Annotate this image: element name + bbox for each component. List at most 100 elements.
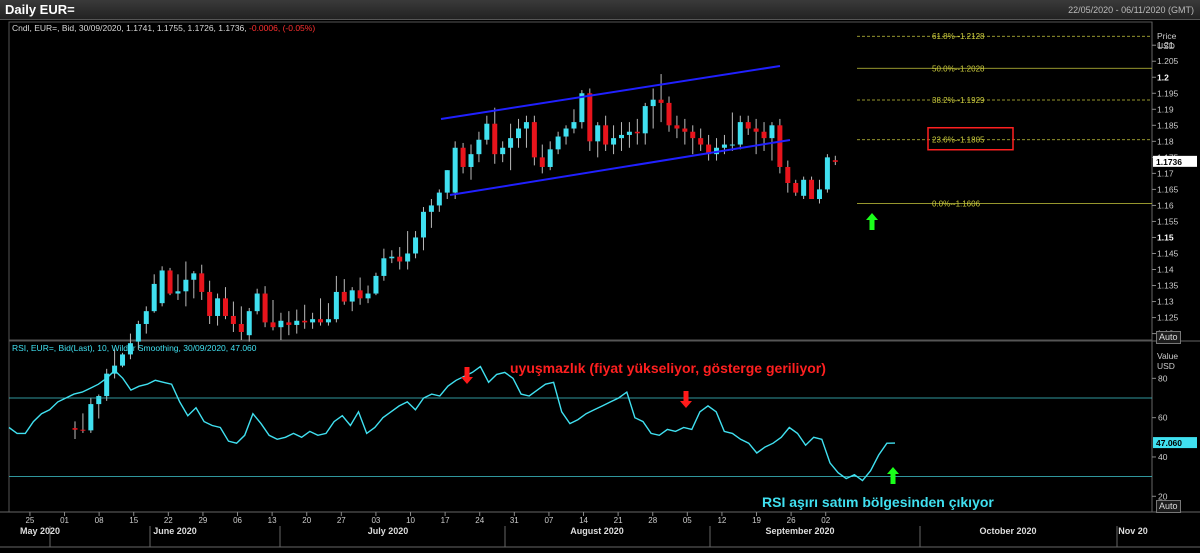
- candle-body: [365, 293, 371, 299]
- day-tick-label: 06: [233, 516, 242, 525]
- candle-body: [500, 147, 506, 155]
- month-label: June 2020: [153, 526, 197, 536]
- candle-body: [215, 298, 221, 316]
- price-tick-label: 1.195: [1157, 88, 1179, 98]
- candle-body: [325, 319, 331, 323]
- candle-body: [143, 311, 149, 324]
- price-tick-label: 1.17: [1157, 168, 1174, 178]
- rsi-panel: 2040608047.060: [8, 365, 1197, 501]
- candle-body: [436, 192, 442, 206]
- candle-body: [721, 144, 727, 148]
- month-label: July 2020: [368, 526, 409, 536]
- fib-level-label: 61.8%--1.2128: [932, 32, 985, 41]
- day-tick-label: 08: [95, 516, 104, 525]
- candle-body: [420, 211, 426, 238]
- green-arrow-up-icon: [887, 467, 899, 484]
- candle-body: [357, 290, 363, 299]
- rsi-exit-annotation: RSI aşırı satım bölgesinden çıkıyor: [762, 494, 994, 510]
- candle-body: [595, 125, 601, 142]
- candle-body: [508, 138, 514, 148]
- candle-body: [230, 315, 236, 324]
- price-tick-label: 1.14: [1157, 265, 1174, 275]
- red-arrow-down-icon: [680, 391, 692, 408]
- day-tick-label: 21: [614, 516, 623, 525]
- candle-body: [333, 291, 339, 320]
- month-label: Nov 20: [1118, 526, 1148, 536]
- candle-body: [167, 270, 173, 294]
- fib-level-label: 0.0%--1.1606: [932, 200, 981, 209]
- day-tick-label: 05: [683, 516, 692, 525]
- price-tick-label: 1.185: [1157, 120, 1179, 130]
- candle-body: [318, 319, 324, 323]
- candle-body: [238, 323, 244, 332]
- candle-body: [777, 125, 783, 167]
- day-tick-label: 01: [60, 516, 69, 525]
- candle-body: [769, 125, 775, 139]
- candle-body: [373, 275, 379, 294]
- rsi-tick-label: 60: [1158, 413, 1168, 423]
- price-tick-label: 1.125: [1157, 313, 1179, 323]
- candle-body: [191, 273, 197, 280]
- fib-level-label: 38.2%--1.1929: [932, 96, 985, 105]
- price-tick-label: 1.145: [1157, 248, 1179, 258]
- day-tick-label: 27: [337, 516, 346, 525]
- rsi-last-value-label: 47.060: [1156, 438, 1182, 448]
- candle-body: [460, 147, 466, 167]
- candle-body: [547, 149, 553, 167]
- candle-body: [801, 179, 807, 196]
- candle-body: [254, 293, 260, 312]
- rsi-legend-text: RSI, EUR=, Bid(Last), 10, Wilder Smoothi…: [12, 343, 257, 353]
- candle-body: [302, 320, 308, 323]
- day-tick-label: 03: [371, 516, 380, 525]
- price-legend-text: Cndl, EUR=, Bid, 30/09/2020, 1.1741, 1.1…: [12, 23, 315, 33]
- price-tick-label: 1.15: [1157, 232, 1174, 242]
- candle-body: [539, 157, 545, 167]
- rsi-line: [8, 365, 896, 482]
- candle-body: [341, 291, 347, 302]
- candle-body: [381, 258, 387, 276]
- day-tick-label: 24: [475, 516, 484, 525]
- candle-body: [737, 122, 743, 145]
- chart-area[interactable]: 1.121.1251.131.1351.141.1451.151.1551.16…: [0, 20, 1200, 553]
- candle-body: [405, 253, 411, 262]
- candle-body: [413, 237, 419, 254]
- price-axis-unit: USD: [1157, 41, 1175, 51]
- month-label: September 2020: [765, 526, 834, 536]
- price-tick-label: 1.2: [1157, 72, 1169, 82]
- candle-body: [80, 429, 86, 431]
- candle-body: [452, 147, 458, 193]
- day-tick-label: 15: [129, 516, 138, 525]
- candle-body: [120, 354, 126, 366]
- candle-body: [468, 154, 474, 167]
- candle-body: [698, 138, 704, 145]
- day-tick-label: 25: [25, 516, 34, 525]
- candle-body: [793, 182, 799, 193]
- day-tick-label: 10: [406, 516, 415, 525]
- rsi-auto-button[interactable]: Auto: [1156, 500, 1181, 513]
- day-tick-label: 31: [510, 516, 519, 525]
- candle-body: [642, 106, 648, 134]
- price-tick-label: 1.16: [1157, 200, 1174, 210]
- price-auto-button[interactable]: Auto: [1156, 331, 1181, 344]
- rsi-tick-label: 40: [1158, 452, 1168, 462]
- day-tick-label: 29: [198, 516, 207, 525]
- candle-body: [571, 122, 577, 129]
- candle-body: [587, 93, 593, 142]
- candle-body: [603, 125, 609, 145]
- day-tick-label: 17: [441, 516, 450, 525]
- annotations: [461, 213, 899, 484]
- rsi-axis-unit: USD: [1157, 361, 1175, 371]
- candle-body: [650, 99, 656, 107]
- candle-body: [476, 139, 482, 155]
- candle-body: [832, 160, 838, 162]
- price-tick-label: 1.205: [1157, 56, 1179, 66]
- last-price-label: 1.1736: [1156, 157, 1182, 167]
- candle-body: [516, 128, 522, 139]
- candle-body: [658, 99, 664, 103]
- candle-body: [428, 205, 434, 212]
- candle-body: [674, 125, 680, 129]
- candle-body: [88, 404, 94, 431]
- candle-body: [159, 270, 165, 304]
- price-tick-label: 1.155: [1157, 216, 1179, 226]
- price-tick-label: 1.13: [1157, 297, 1174, 307]
